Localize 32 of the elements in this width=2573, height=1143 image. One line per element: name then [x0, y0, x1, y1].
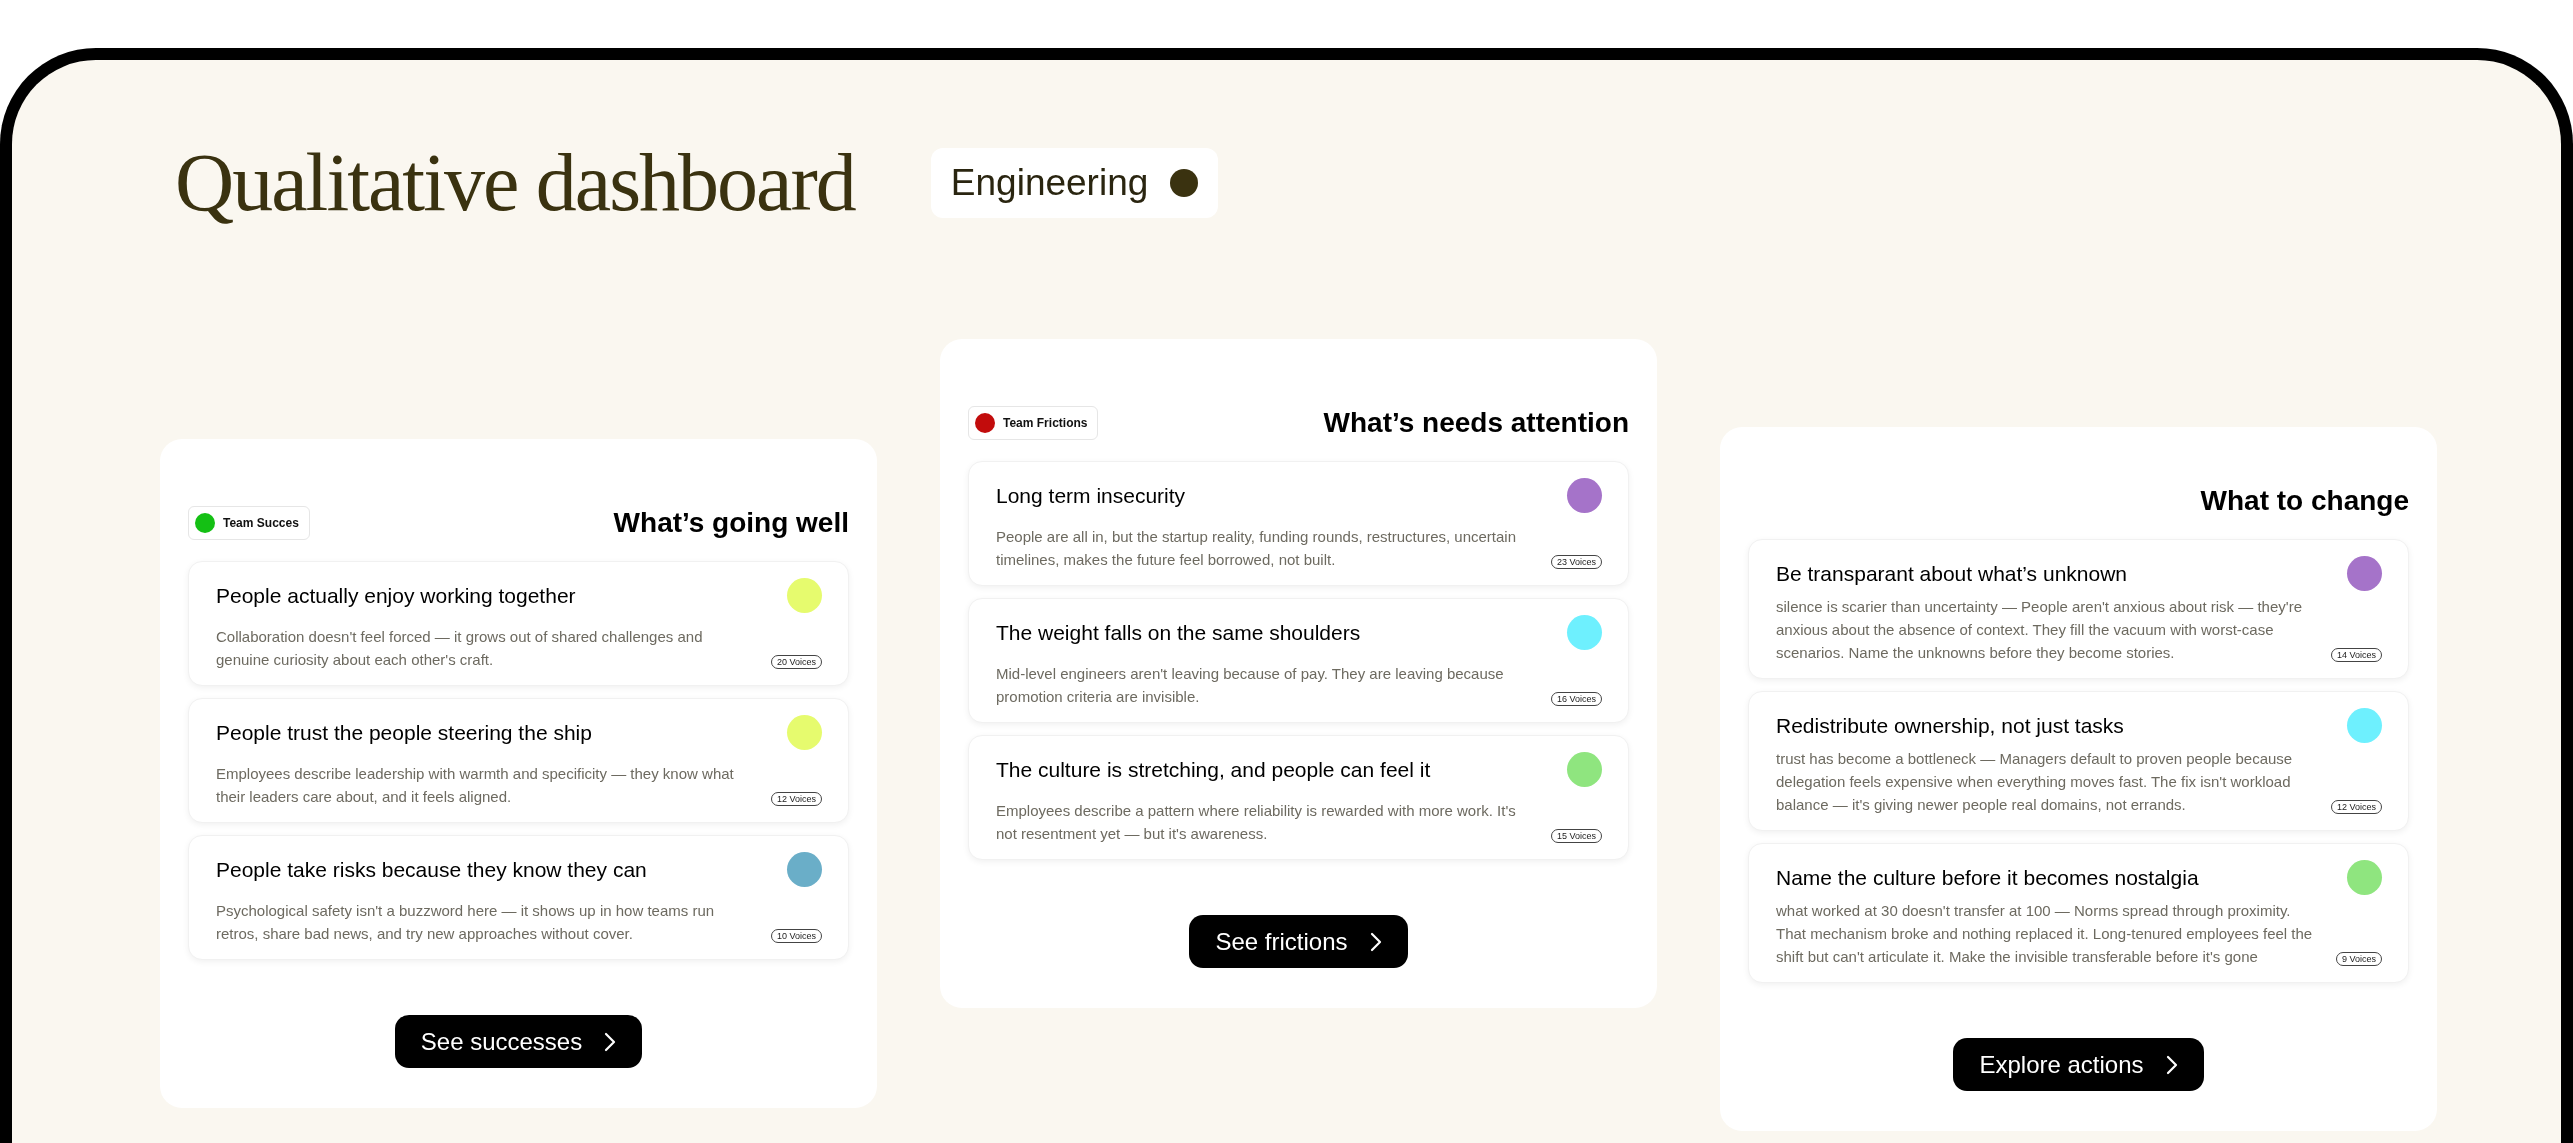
panel-button[interactable]: Explore actions	[1953, 1038, 2204, 1091]
insight-description: Collaboration doesn't feel forced — it grows out of shared challenges and genuine curiosity about each other's craft.	[216, 627, 704, 670]
panel-button[interactable]: See frictions	[1189, 915, 1408, 968]
insight-title: Name the culture before it becomes nostalgia	[1776, 865, 2199, 890]
insight-description: trust has become a bottleneck — Managers default to proven people because delegation feels expensive when everything moves fast. The fix isn't workload balance — it's giving newer people real domains, not errands.	[1776, 749, 2294, 815]
insight-title: Long term insecurity	[996, 483, 1186, 508]
panel-heading: What’s needs attention	[1323, 407, 1629, 439]
insight-description: Employees describe a pattern where reliability is rewarded with more work. It's not resentment yet — but it's awareness.	[996, 801, 1517, 844]
insight-title: People actually enjoy working together	[216, 583, 576, 608]
insight-title: The culture is stretching, and people can feel it	[996, 757, 1431, 782]
insight-description: silence is scarier than uncertainty — People aren't anxious about risk — they're anxious about the absence of context. They fill the vacuum with worst-case scenarios. Name the unknowns before they become stories.	[1776, 597, 2303, 663]
panel-heading: What to change	[2200, 485, 2409, 517]
panel-heading: What’s going well	[613, 507, 849, 539]
insight-title: People take risks because they know they can	[216, 857, 647, 882]
chevron-icon	[604, 1031, 617, 1052]
insight-title: Redistribute ownership, not just tasks	[1776, 713, 2124, 738]
insight-title: People trust the people steering the ship	[216, 720, 592, 745]
insight-description: Mid-level engineers aren't leaving because of pay. They are leaving because promotion criteria are invisible.	[996, 664, 1505, 707]
badge-label: Team Frictions	[1003, 416, 1088, 430]
badge-label: Team Succes	[223, 516, 299, 530]
team-filter[interactable]: Engineering	[930, 148, 1219, 218]
insight-title: Be transparant about what’s unknown	[1776, 561, 2127, 586]
insight-title: The weight falls on the same shoulders	[996, 620, 1361, 645]
page-title: Qualitative dashboard	[175, 136, 855, 230]
chevron-icon	[2165, 1054, 2178, 1075]
dot-icon	[1170, 169, 1199, 197]
chevron-icon	[1369, 931, 1382, 952]
insight-description: Psychological safety isn't a buzzword here — it shows up in how teams run retros, share bad news, and try new approaches without cover.	[216, 901, 716, 944]
insight-description: People are all in, but the startup reality, funding rounds, restructures, uncertain timelines, makes the future feel borrowed, not built.	[996, 527, 1517, 570]
insight-description: Employees describe leadership with warmth and specificity — they know what their leaders care about, and it feels aligned.	[216, 764, 735, 807]
panel-button[interactable]: See successes	[394, 1015, 643, 1068]
insight-description: what worked at 30 doesn't transfer at 100 — Norms spread through proximity. That mechanism broke and nothing replaced it. Long-tenured employees feel the shift but can't articulate it. Make the invisible transferable before it's gone	[1776, 901, 2314, 967]
